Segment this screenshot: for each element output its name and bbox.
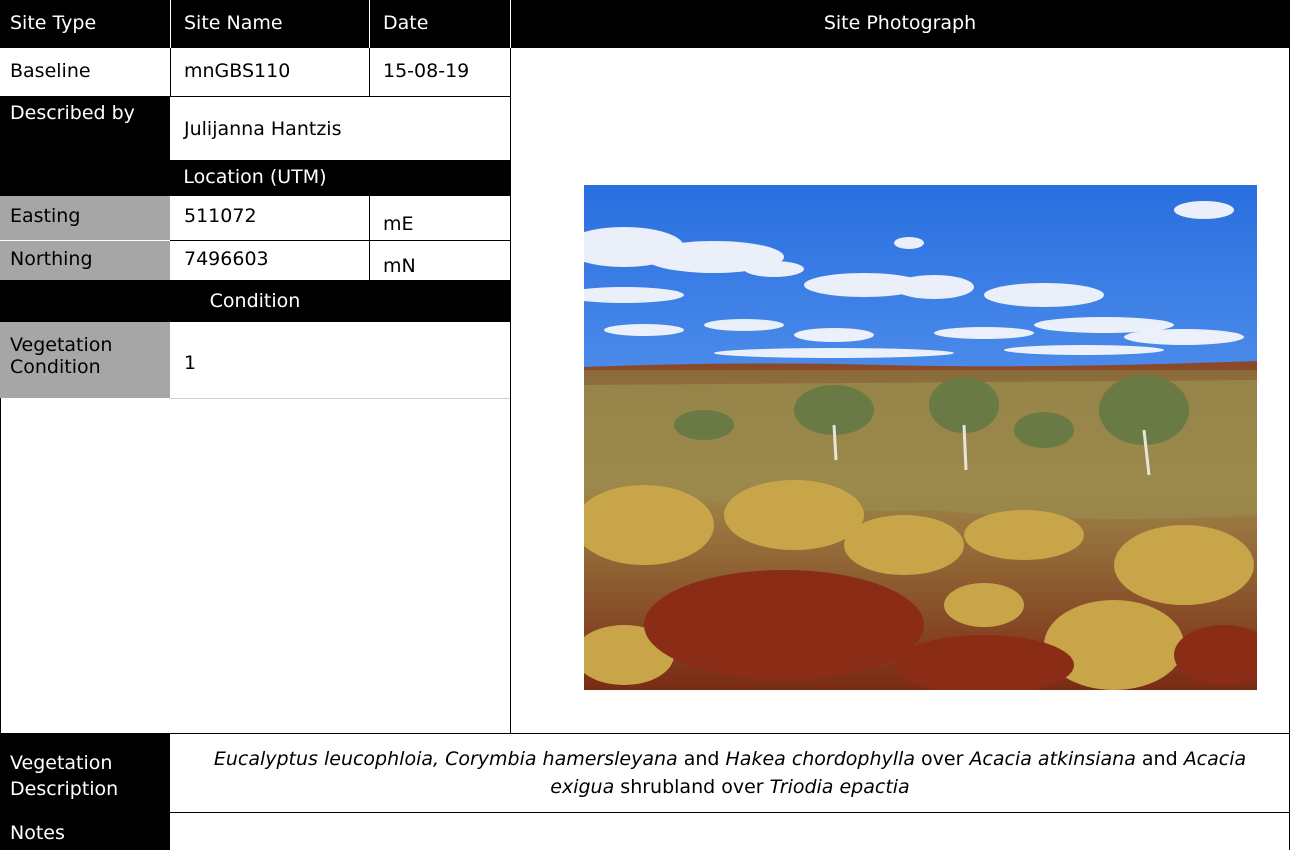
- notes-label: Notes: [10, 822, 65, 844]
- grid-line: [170, 240, 510, 241]
- site-photograph: [584, 185, 1257, 690]
- grid-line: [170, 48, 171, 96]
- photo-column-divider: [510, 48, 511, 733]
- grid-line: [170, 398, 510, 399]
- outer-border: [0, 398, 1, 733]
- veg-description-segment: Hakea chordophylla: [725, 748, 915, 770]
- grid-line: [0, 733, 1290, 734]
- veg-description-segment: over: [914, 748, 970, 770]
- site-type-value: Baseline: [10, 60, 91, 82]
- veg-description-segment: and: [677, 748, 726, 770]
- header-divider: [170, 0, 171, 48]
- date-value: 15-08-19: [383, 60, 470, 82]
- date-header: Date: [383, 12, 429, 34]
- veg-description-segment: Triodia epactia: [769, 776, 910, 798]
- veg-condition-value: 1: [184, 352, 197, 374]
- easting-value: 511072: [184, 205, 257, 227]
- grid-line: [369, 196, 370, 280]
- site-name-value: mnGBS110: [184, 60, 291, 82]
- veg-condition-label: Vegetation Condition: [10, 334, 113, 378]
- veg-description-segment: Acacia atkinsiana: [969, 748, 1136, 770]
- header-divider: [369, 0, 370, 48]
- veg-description-text: Eucalyptus leucophloia, Corymbia hamersl…: [190, 745, 1270, 801]
- grid-line: [369, 48, 370, 96]
- photo-header: Site Photograph: [823, 12, 977, 34]
- northing-label: Northing: [10, 248, 93, 270]
- location-heading: Location (UTM): [183, 166, 327, 188]
- described-by-value: Julijanna Hantzis: [184, 118, 342, 140]
- site-type-header: Site Type: [10, 12, 97, 34]
- grid-line: [170, 812, 1290, 813]
- northing-value: 7496603: [184, 248, 269, 270]
- veg-description-segment: Eucalyptus leucophloia, Corymbia hamersl…: [213, 748, 678, 770]
- veg-description-label: Vegetation Description: [10, 752, 119, 800]
- site-name-header: Site Name: [184, 12, 283, 34]
- easting-unit: mE: [383, 213, 414, 235]
- easting-label: Easting: [10, 205, 81, 227]
- veg-description-segment: and: [1135, 748, 1184, 770]
- condition-heading: Condition: [209, 290, 301, 312]
- northing-unit: mN: [383, 255, 416, 277]
- described-by-label: Described by: [10, 102, 135, 124]
- header-divider: [510, 0, 511, 48]
- veg-description-segment: shrubland over: [614, 776, 770, 798]
